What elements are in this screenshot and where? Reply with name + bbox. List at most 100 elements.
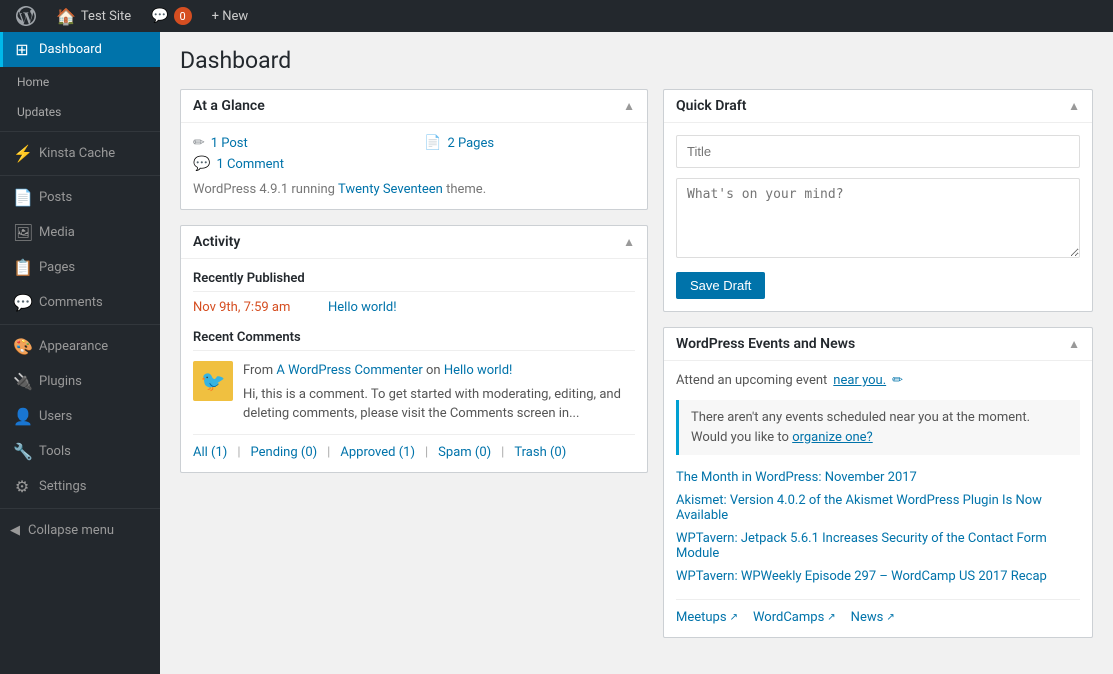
sidebar-item-settings[interactable]: ⚙ Settings [0,469,160,504]
sidebar-tools-label: Tools [39,444,71,459]
sidebar-item-appearance[interactable]: 🎨 Appearance [0,329,160,364]
kinsta-icon: ⚡ [13,144,31,163]
theme-suffix: theme. [446,182,486,197]
events-news-widget: WordPress Events and News ▲ Attend an up… [663,327,1093,638]
comment-text: Hi, this is a comment. To get started wi… [243,385,635,424]
news-link-1[interactable]: Akismet: Version 4.0.2 of the Akismet Wo… [676,493,1042,523]
quick-draft-toggle[interactable]: ▲ [1068,99,1080,113]
menu-separator-2 [0,175,160,176]
filter-spam[interactable]: Spam (0) [438,445,491,460]
news-footer-link[interactable]: News ↗ [851,610,895,625]
quick-draft-widget: Quick Draft ▲ Save Draft [663,89,1093,312]
comment-meta: From A WordPress Commenter on Hello worl… [243,361,635,381]
comment-on-text: on [426,363,441,378]
events-news-toggle[interactable]: ▲ [1068,337,1080,351]
filter-trash[interactable]: Trash (0) [514,445,566,460]
filter-all[interactable]: All (1) [193,445,227,460]
sidebar-plugins-label: Plugins [39,374,82,389]
sidebar-item-home[interactable]: Home [0,67,160,97]
settings-icon: ⚙ [13,477,31,496]
organize-link[interactable]: organize one? [792,430,873,445]
wp-logo-button[interactable] [8,0,44,32]
comment-author-link[interactable]: A WordPress Commenter [276,363,422,378]
news-external-icon: ↗ [886,612,894,623]
sidebar-settings-label: Settings [39,479,86,494]
comment-content: From A WordPress Commenter on Hello worl… [243,361,635,424]
pages-stat: 📄 2 Pages [424,135,635,151]
no-events-box: There aren't any events scheduled near y… [676,400,1080,455]
comments-count-link[interactable]: 1 Comment [216,157,284,172]
collapse-menu-button[interactable]: ◀ Collapse menu [0,513,160,548]
pages-count-link[interactable]: 2 Pages [447,136,494,151]
draft-title-input[interactable] [676,135,1080,168]
wordcamps-external-icon: ↗ [827,612,835,623]
at-a-glance-title: At a Glance [193,98,265,114]
meetups-external-icon: ↗ [730,612,738,623]
sidebar-item-pages[interactable]: 📋 Pages [0,250,160,285]
new-content-button[interactable]: + New [204,0,257,32]
page-stat-icon: 📄 [424,135,441,151]
at-a-glance-toggle[interactable]: ▲ [623,99,635,113]
meetups-link[interactable]: Meetups ↗ [676,610,738,625]
news-link-2[interactable]: WPTavern: Jetpack 5.6.1 Increases Securi… [676,531,1047,561]
sidebar-item-users[interactable]: 👤 Users [0,399,160,434]
events-news-title: WordPress Events and News [676,336,855,352]
filter-approved[interactable]: Approved (1) [340,445,415,460]
near-you-link[interactable]: near you. [833,373,886,388]
site-name-button[interactable]: 🏠 Test Site [48,0,139,32]
news-item-3: WPTavern: WPWeekly Episode 297 – WordCam… [676,569,1080,584]
media-icon: 🖼 [13,223,31,242]
comments-button[interactable]: 💬 0 [143,0,199,32]
main-content: Dashboard At a Glance ▲ ✏ 1 Post [160,32,1113,674]
attend-text: Attend an upcoming event [676,373,827,388]
filter-pending[interactable]: Pending (0) [251,445,318,460]
appearance-icon: 🎨 [13,337,31,356]
posts-count-link[interactable]: 1 Post [211,136,248,151]
new-label: + New [212,9,249,24]
sidebar-comments-label: Comments [39,295,103,310]
wordcamps-link[interactable]: WordCamps ↗ [753,610,836,625]
activity-content: Recently Published Nov 9th, 7:59 am Hell… [181,259,647,472]
activity-toggle[interactable]: ▲ [623,235,635,249]
at-a-glance-header: At a Glance ▲ [181,90,647,123]
users-icon: 👤 [13,407,31,426]
sidebar-item-kinsta-cache[interactable]: ⚡ Kinsta Cache [0,136,160,171]
post-stat-icon: ✏ [193,135,205,151]
published-item: Nov 9th, 7:59 am Hello world! [193,300,635,315]
save-draft-button[interactable]: Save Draft [676,272,765,299]
comment-post-link[interactable]: Hello world! [444,363,513,378]
news-link-0[interactable]: The Month in WordPress: November 2017 [676,470,917,485]
sidebar-item-updates[interactable]: Updates [0,97,160,127]
sidebar-item-tools[interactable]: 🔧 Tools [0,434,160,469]
footer-sep-4: | [501,445,504,460]
footer-sep-1: | [237,445,240,460]
theme-link[interactable]: Twenty Seventeen [338,182,443,197]
page-title: Dashboard [180,47,1093,74]
draft-content-textarea[interactable] [676,178,1080,258]
comment-item: 🐦 From A WordPress Commenter on Hello wo… [193,361,635,424]
sidebar-item-posts[interactable]: 📄 Posts [0,180,160,215]
activity-footer: All (1) | Pending (0) | Approved (1) | S… [193,434,635,460]
recent-comments-section: Recent Comments 🐦 From A WordPress Comme… [193,330,635,424]
activity-title: Activity [193,234,240,250]
published-post-link[interactable]: Hello world! [328,300,397,315]
sidebar-item-plugins[interactable]: 🔌 Plugins [0,364,160,399]
at-a-glance-content: ✏ 1 Post 📄 2 Pages 💬 1 Comment [181,123,647,209]
events-news-content: Attend an upcoming event near you. ✏ The… [664,361,1092,637]
sidebar-item-media[interactable]: 🖼 Media [0,215,160,250]
collapse-arrow-icon: ◀ [10,523,20,538]
edit-location-icon[interactable]: ✏ [892,373,903,388]
sidebar-item-dashboard[interactable]: ⊞ Dashboard [0,32,160,67]
sidebar-item-comments[interactable]: 💬 Comments [0,285,160,320]
comment-stat-icon: 💬 [193,156,210,172]
sidebar-users-label: Users [39,409,72,424]
sidebar-dashboard-label: Dashboard [39,42,102,57]
admin-menu: ⊞ Dashboard Home Updates ⚡ Kinsta Cache … [0,32,160,674]
sidebar-posts-label: Posts [39,190,72,205]
news-link-3[interactable]: WPTavern: WPWeekly Episode 297 – WordCam… [676,569,1047,584]
quick-draft-content: Save Draft [664,123,1092,311]
at-a-glance-widget: At a Glance ▲ ✏ 1 Post 📄 2 Pages [180,89,648,210]
comments-nav-icon: 💬 [13,293,31,312]
plugins-icon: 🔌 [13,372,31,391]
wordcamps-label: WordCamps [753,610,824,625]
